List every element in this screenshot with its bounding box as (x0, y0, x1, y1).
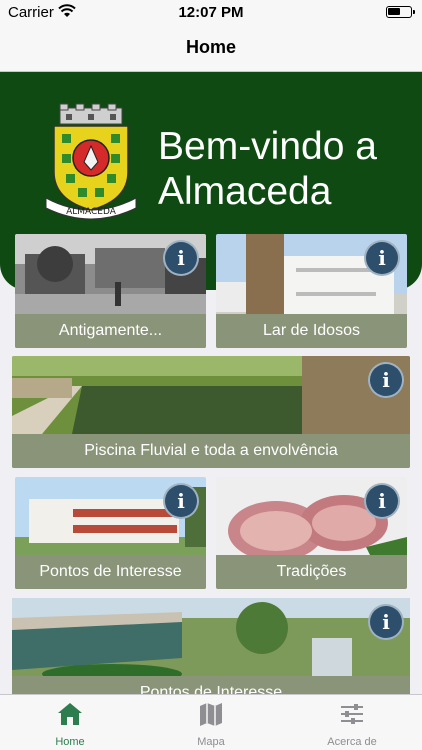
card-label: Piscina Fluvial e toda a envolvência (12, 434, 410, 468)
welcome-title: Bem-vindo a Almaceda (158, 124, 418, 214)
tab-home[interactable]: Home (0, 695, 140, 750)
tab-mapa[interactable]: Mapa (141, 695, 281, 750)
card-label: Pontos de Interesse (12, 676, 410, 694)
content-scroll-area[interactable]: i Antigamente... i Lar de Idosos i Pisci… (0, 232, 422, 694)
home-icon (58, 703, 82, 725)
page-title: Home (185, 37, 236, 57)
card-lar-de-idosos[interactable]: i Lar de Idosos (216, 234, 407, 348)
crest-ribbon-text: ALMACEDA (66, 207, 117, 217)
info-icon[interactable]: i (366, 242, 398, 274)
card-label: Lar de Idosos (216, 314, 407, 348)
card-label: Tradições (216, 555, 407, 589)
map-icon (200, 703, 222, 726)
welcome-line-1: Bem-vindo a (158, 125, 377, 168)
sliders-icon (341, 704, 363, 724)
status-bar: Carrier 12:07 PM (0, 0, 422, 24)
clock: 12:07 PM (178, 4, 244, 21)
info-icon[interactable]: i (370, 606, 402, 638)
welcome-line-2: Almaceda (158, 170, 332, 213)
card-label: Antigamente... (15, 314, 206, 348)
card-pontos-de-interesse-2[interactable]: i Pontos de Interesse (12, 598, 410, 694)
card-piscina-fluvial[interactable]: i Piscina Fluvial e toda a envolvência (12, 356, 410, 468)
tab-acerca-de[interactable]: Acerca de (282, 695, 422, 750)
info-icon[interactable]: i (165, 485, 197, 517)
info-icon[interactable]: i (370, 364, 402, 396)
info-icon[interactable]: i (165, 242, 197, 274)
navigation-bar: Home (0, 24, 422, 72)
coat-of-arms-icon: ALMACEDA (45, 103, 137, 220)
tab-label: Mapa (197, 736, 225, 748)
battery-icon (386, 6, 415, 18)
card-label: Pontos de Interesse (15, 555, 206, 589)
battery-fill (388, 8, 400, 15)
info-icon[interactable]: i (366, 485, 398, 517)
tab-bar: Home Mapa Acerca de (0, 694, 422, 750)
card-pontos-de-interesse[interactable]: i Pontos de Interesse (15, 477, 206, 589)
tab-label: Acerca de (327, 736, 377, 748)
tab-label: Home (55, 736, 85, 748)
card-antigamente[interactable]: i Antigamente... (15, 234, 206, 348)
card-tradicoes[interactable]: i Tradições (216, 477, 407, 589)
